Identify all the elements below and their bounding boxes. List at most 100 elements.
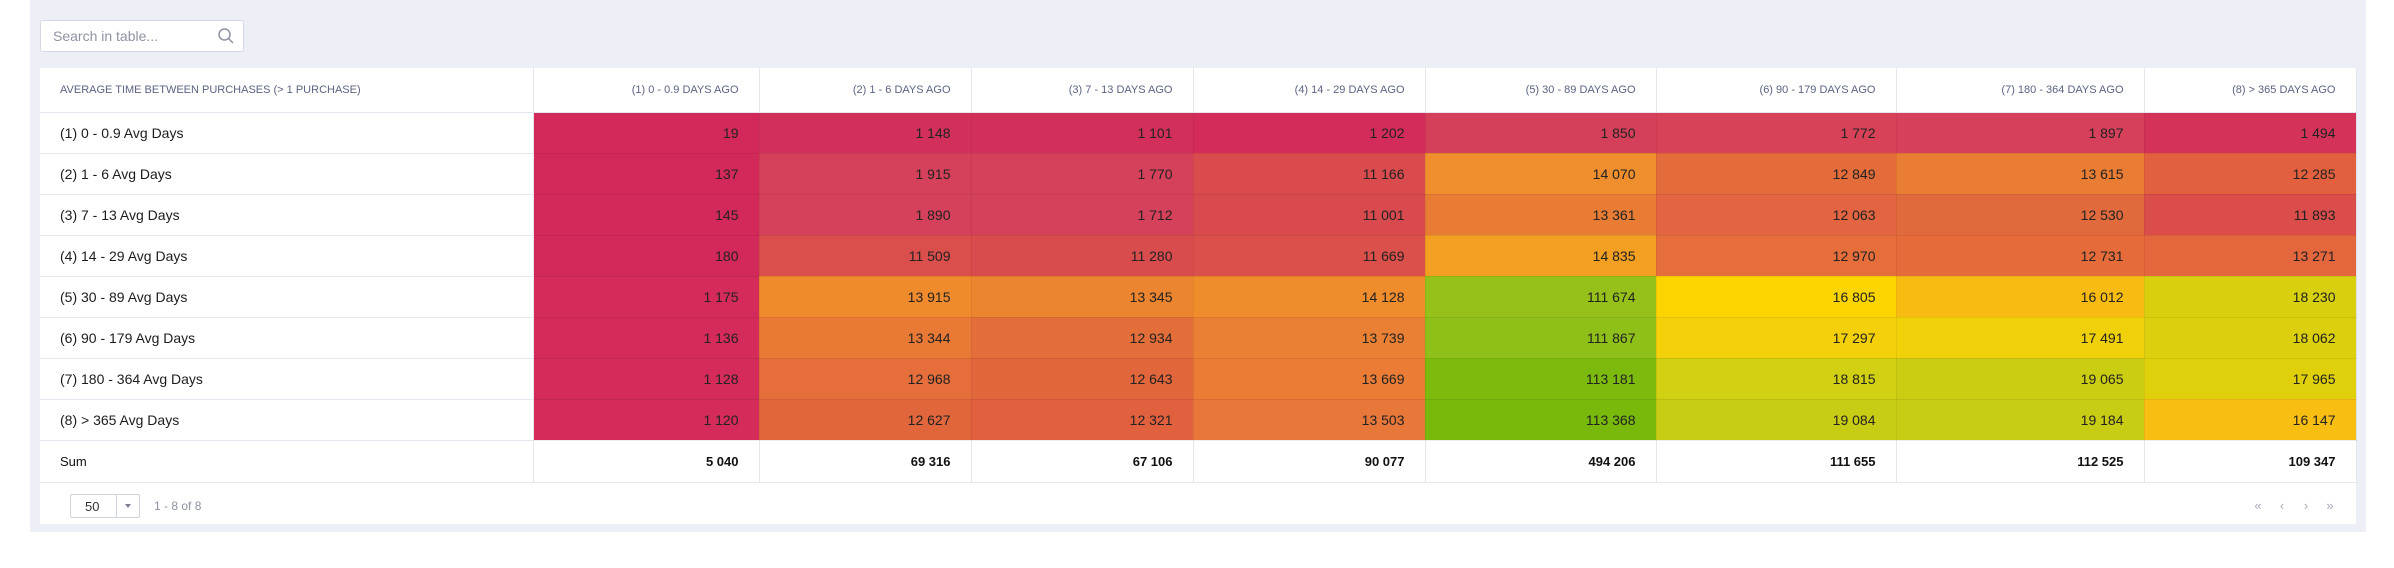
column-header[interactable]: (5) 30 - 89 days ago — [1425, 68, 1657, 113]
heatmap-cell[interactable]: 12 731 — [1896, 235, 2145, 277]
heatmap-cell[interactable]: 113 368 — [1425, 399, 1657, 441]
heatmap-cell[interactable]: 1 494 — [2144, 112, 2357, 154]
row-label[interactable]: (5) 30 - 89 Avg Days — [40, 276, 534, 318]
heatmap-cell[interactable]: 13 669 — [1193, 358, 1426, 400]
table-row: (5) 30 - 89 Avg Days 1 175 13 915 13 345 14 … — [40, 276, 2357, 318]
row-label[interactable]: (8) > 365 Avg Days — [40, 399, 534, 441]
column-header[interactable]: (6) 90 - 179 days ago — [1656, 68, 1897, 113]
heatmap-cell[interactable]: 13 271 — [2144, 235, 2357, 277]
column-header[interactable]: (2) 1 - 6 days ago — [759, 68, 972, 113]
column-header[interactable]: (1) 0 - 0.9 days ago — [533, 68, 760, 113]
prev-page-icon[interactable]: ‹ — [2276, 498, 2288, 513]
heatmap-cell[interactable]: 13 739 — [1193, 317, 1426, 359]
heatmap-cell[interactable]: 11 509 — [759, 235, 972, 277]
row-label[interactable]: (1) 0 - 0.9 Avg Days — [40, 112, 534, 154]
heatmap-cell[interactable]: 13 345 — [971, 276, 1194, 318]
heatmap-cell[interactable]: 1 202 — [1193, 112, 1426, 154]
heatmap-cell[interactable]: 111 867 — [1425, 317, 1657, 359]
heatmap-cell[interactable]: 1 850 — [1425, 112, 1657, 154]
heatmap-cell[interactable]: 16 805 — [1656, 276, 1897, 318]
column-header[interactable]: (8) > 365 days ago — [2144, 68, 2357, 113]
heatmap-cell[interactable]: 17 297 — [1656, 317, 1897, 359]
heatmap-cell[interactable]: 19 — [533, 112, 760, 154]
table-row: (7) 180 - 364 Avg Days 1 128 12 968 12 643 1… — [40, 358, 2357, 400]
heatmap-cell[interactable]: 11 001 — [1193, 194, 1426, 236]
heatmap-cell[interactable]: 13 503 — [1193, 399, 1426, 441]
heatmap-cell[interactable]: 14 835 — [1425, 235, 1657, 277]
heatmap-cell[interactable]: 12 063 — [1656, 194, 1897, 236]
column-header[interactable]: (3) 7 - 13 days ago — [971, 68, 1194, 113]
heatmap-cell[interactable]: 14 128 — [1193, 276, 1426, 318]
heatmap-cell[interactable]: 13 615 — [1896, 153, 2145, 195]
heatmap-cell[interactable]: 18 815 — [1656, 358, 1897, 400]
table-row: (3) 7 - 13 Avg Days 145 1 890 1 712 11 001 13… — [40, 194, 2357, 236]
header-row-label[interactable]: Average time between purchases (> 1 purc… — [40, 68, 534, 113]
page-size-select[interactable]: 50 — [70, 494, 140, 518]
heatmap-cell[interactable]: 12 627 — [759, 399, 972, 441]
heatmap-cell[interactable]: 1 175 — [533, 276, 760, 318]
heatmap-cell[interactable]: 1 897 — [1896, 112, 2145, 154]
table-row: (4) 14 - 29 Avg Days 180 11 509 11 280 11 66… — [40, 235, 2357, 277]
heatmap-cell[interactable]: 1 712 — [971, 194, 1194, 236]
heatmap-cell[interactable]: 16 012 — [1896, 276, 2145, 318]
heatmap-cell[interactable]: 1 101 — [971, 112, 1194, 154]
heatmap-cell[interactable]: 145 — [533, 194, 760, 236]
search-icon[interactable] — [217, 27, 235, 45]
row-label[interactable]: (2) 1 - 6 Avg Days — [40, 153, 534, 195]
heatmap-cell[interactable]: 19 184 — [1896, 399, 2145, 441]
heatmap-cell[interactable]: 18 062 — [2144, 317, 2357, 359]
heatmap-cell[interactable]: 1 915 — [759, 153, 972, 195]
heatmap-cell[interactable]: 1 148 — [759, 112, 972, 154]
heatmap-cell[interactable]: 12 970 — [1656, 235, 1897, 277]
heatmap-cell[interactable]: 1 890 — [759, 194, 972, 236]
heatmap-cell[interactable]: 12 321 — [971, 399, 1194, 441]
heatmap-cell[interactable]: 13 344 — [759, 317, 972, 359]
heatmap-cell[interactable]: 17 491 — [1896, 317, 2145, 359]
heatmap-cell[interactable]: 13 361 — [1425, 194, 1657, 236]
heatmap-cell[interactable]: 1 770 — [971, 153, 1194, 195]
heatmap-cell[interactable]: 11 166 — [1193, 153, 1426, 195]
sum-cell: 67 106 — [971, 440, 1194, 483]
row-label[interactable]: (7) 180 - 364 Avg Days — [40, 358, 534, 400]
heatmap-cell[interactable]: 12 530 — [1896, 194, 2145, 236]
first-page-icon[interactable]: « — [2252, 498, 2264, 513]
heatmap-cell[interactable]: 113 181 — [1425, 358, 1657, 400]
heatmap-cell[interactable]: 13 915 — [759, 276, 972, 318]
column-header[interactable]: (4) 14 - 29 days ago — [1193, 68, 1426, 113]
heatmap-cell[interactable]: 1 136 — [533, 317, 760, 359]
table-row: (8) > 365 Avg Days 1 120 12 627 12 321 13 50… — [40, 399, 2357, 441]
row-label[interactable]: (3) 7 - 13 Avg Days — [40, 194, 534, 236]
sum-cell: 109 347 — [2144, 440, 2357, 483]
search-box[interactable] — [40, 20, 244, 52]
heatmap-cell[interactable]: 111 674 — [1425, 276, 1657, 318]
heatmap-cell[interactable]: 11 893 — [2144, 194, 2357, 236]
heatmap-cell[interactable]: 11 669 — [1193, 235, 1426, 277]
heatmap-cell[interactable]: 16 147 — [2144, 399, 2357, 441]
last-page-icon[interactable]: » — [2324, 498, 2336, 513]
heatmap-cell[interactable]: 12 643 — [971, 358, 1194, 400]
heatmap-cell[interactable]: 14 070 — [1425, 153, 1657, 195]
heatmap-cell[interactable]: 11 280 — [971, 235, 1194, 277]
heatmap-cell[interactable]: 19 065 — [1896, 358, 2145, 400]
pagination-controls: « ‹ › » — [2252, 498, 2336, 513]
heatmap-cell[interactable]: 180 — [533, 235, 760, 277]
heatmap-cell[interactable]: 12 849 — [1656, 153, 1897, 195]
heatmap-cell[interactable]: 19 084 — [1656, 399, 1897, 441]
sum-cell: 494 206 — [1425, 440, 1657, 483]
dropdown-toggle[interactable] — [116, 495, 139, 517]
heatmap-cell[interactable]: 18 230 — [2144, 276, 2357, 318]
heatmap-cell[interactable]: 12 934 — [971, 317, 1194, 359]
heatmap-cell[interactable]: 1 120 — [533, 399, 760, 441]
heatmap-cell[interactable]: 1 128 — [533, 358, 760, 400]
heatmap-cell[interactable]: 12 285 — [2144, 153, 2357, 195]
row-label[interactable]: (4) 14 - 29 Avg Days — [40, 235, 534, 277]
heatmap-cell[interactable]: 137 — [533, 153, 760, 195]
next-page-icon[interactable]: › — [2300, 498, 2312, 513]
heatmap-cell[interactable]: 12 968 — [759, 358, 972, 400]
column-header[interactable]: (7) 180 - 364 days ago — [1896, 68, 2145, 113]
heatmap-cell[interactable]: 1 772 — [1656, 112, 1897, 154]
search-input[interactable] — [41, 21, 223, 51]
row-label[interactable]: (6) 90 - 179 Avg Days — [40, 317, 534, 359]
sum-label: Sum — [40, 440, 534, 483]
heatmap-cell[interactable]: 17 965 — [2144, 358, 2357, 400]
